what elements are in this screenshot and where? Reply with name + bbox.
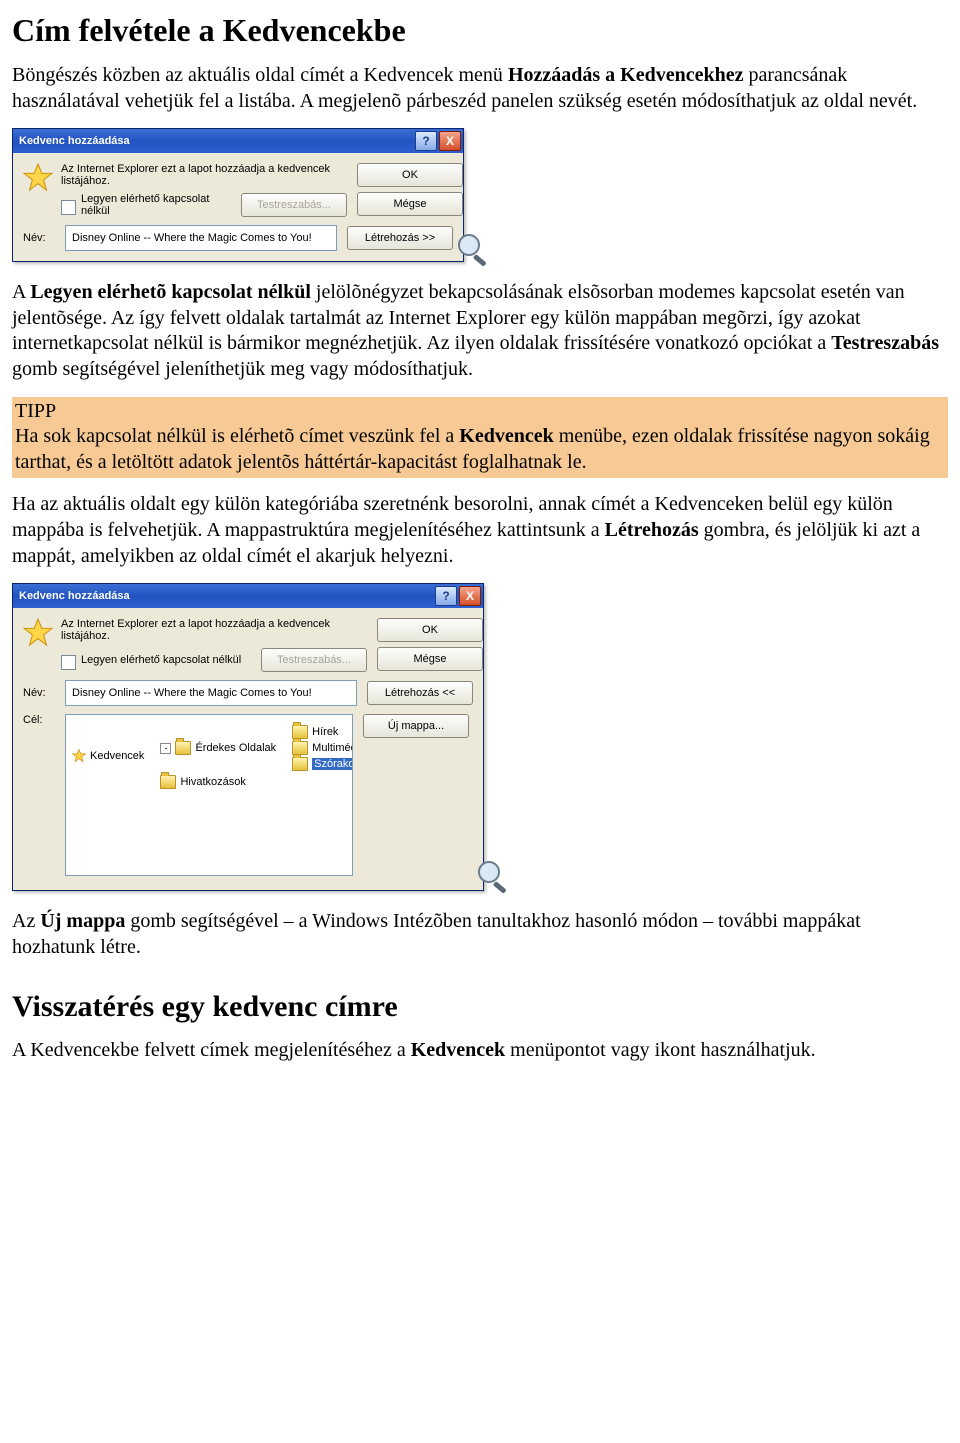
text: gomb segítségével – a Windows Intézõben … <box>12 910 861 958</box>
dialog-title: Kedvenc hozzáadása <box>19 135 413 147</box>
tip-label: TIPP <box>15 400 56 422</box>
text: Böngészés közben az aktuális oldal címét… <box>12 64 508 86</box>
heading-return-favorite: Visszatérés egy kedvenc címre <box>12 990 948 1024</box>
customize-button: Testreszabás... <box>261 648 367 672</box>
dialog-intro-text: Az Internet Explorer ezt a lapot hozzáad… <box>61 618 367 642</box>
folder-icon <box>292 741 308 755</box>
tip-box: TIPP Ha sok kapcsolat nélkül is elérhetõ… <box>12 397 948 479</box>
bold: Testreszabás <box>831 332 939 354</box>
create-expand-button[interactable]: Létrehozás >> <box>347 226 453 250</box>
close-button[interactable]: X <box>439 131 461 151</box>
paragraph-offline: A Legyen elérhetõ kapcsolat nélkül jelöl… <box>12 280 948 382</box>
dialog-titlebar[interactable]: Kedvenc hozzáadása ? X <box>13 584 483 608</box>
text: Az <box>12 910 40 932</box>
paragraph-new-folder: Az Új mappa gomb segítségével – a Window… <box>12 909 948 960</box>
tree-node[interactable]: Multimédia <box>312 742 353 754</box>
offline-checkbox-label[interactable]: Legyen elérhető kapcsolat nélkül <box>81 193 241 217</box>
dialog-add-favorite-collapsed: Kedvenc hozzáadása ? X Az Internet Explo… <box>12 128 464 262</box>
name-input[interactable]: Disney Online -- Where the Magic Comes t… <box>65 680 357 706</box>
magnifier-icon <box>454 230 494 270</box>
paragraph-return: A Kedvencekbe felvett címek megjelenítés… <box>12 1038 948 1064</box>
dialog-add-favorite-expanded-wrap: Kedvenc hozzáadása ? X Az Internet Explo… <box>12 583 484 891</box>
help-button[interactable]: ? <box>415 131 437 151</box>
favorite-star-icon <box>23 618 53 648</box>
text: A <box>12 281 30 303</box>
tree-node[interactable]: Érdekes Oldalak <box>195 742 276 754</box>
folder-icon <box>292 757 308 771</box>
favorite-star-icon <box>23 163 53 193</box>
heading-add-favorite: Cím felvétele a Kedvencekbe <box>12 12 948 49</box>
text: Ha sok kapcsolat nélkül is elérhetõ címe… <box>15 425 459 447</box>
tree-node-selected[interactable]: Szórakozás <box>312 758 353 770</box>
tree-root[interactable]: Kedvencek <box>90 750 144 762</box>
name-field-label: Név: <box>23 232 55 244</box>
dialog-intro-text: Az Internet Explorer ezt a lapot hozzáad… <box>61 163 347 187</box>
offline-checkbox[interactable] <box>61 200 76 215</box>
name-input-value: Disney Online -- Where the Magic Comes t… <box>72 232 312 244</box>
name-input-value: Disney Online -- Where the Magic Comes t… <box>72 687 312 699</box>
dialog-add-favorite-collapsed-wrap: Kedvenc hozzáadása ? X Az Internet Explo… <box>12 128 464 262</box>
cancel-button[interactable]: Mégse <box>377 647 483 671</box>
bold: Kedvencek <box>411 1039 505 1061</box>
folder-icon <box>292 725 308 739</box>
name-input[interactable]: Disney Online -- Where the Magic Comes t… <box>65 225 337 251</box>
ok-button[interactable]: OK <box>377 618 483 642</box>
tree-node[interactable]: Hivatkozások <box>180 776 245 788</box>
target-field-label: Cél: <box>23 714 55 726</box>
customize-button: Testreszabás... <box>241 193 347 217</box>
tree-collapse-icon[interactable]: - <box>160 743 171 754</box>
bold: Legyen elérhetõ kapcsolat nélkül <box>30 281 311 303</box>
dialog-add-favorite-expanded: Kedvenc hozzáadása ? X Az Internet Explo… <box>12 583 484 891</box>
bold: Kedvencek <box>459 425 553 447</box>
paragraph-category: Ha az aktuális oldalt egy külön kategóri… <box>12 492 948 569</box>
bold: Hozzáadás a Kedvencekhez <box>508 64 744 86</box>
favorites-star-icon <box>72 749 86 763</box>
dialog-title: Kedvenc hozzáadása <box>19 590 433 602</box>
help-button[interactable]: ? <box>435 586 457 606</box>
name-field-label: Név: <box>23 687 55 699</box>
text: gomb segítségével jeleníthetjük meg vagy… <box>12 358 473 380</box>
folder-icon <box>175 741 191 755</box>
tree-node[interactable]: Hírek <box>312 726 338 738</box>
cancel-button[interactable]: Mégse <box>357 192 463 216</box>
text: menüpontot vagy ikont használhatjuk. <box>505 1039 816 1061</box>
magnifier-icon <box>474 857 514 897</box>
paragraph-intro: Böngészés közben az aktuális oldal címét… <box>12 63 948 114</box>
dialog-body: Az Internet Explorer ezt a lapot hozzáad… <box>13 153 463 261</box>
new-folder-button[interactable]: Új mappa... <box>363 714 469 738</box>
bold: Létrehozás <box>605 519 699 541</box>
offline-checkbox-label[interactable]: Legyen elérhető kapcsolat nélkül <box>81 654 261 666</box>
dialog-titlebar[interactable]: Kedvenc hozzáadása ? X <box>13 129 463 153</box>
create-collapse-button[interactable]: Létrehozás << <box>367 681 473 705</box>
ok-button[interactable]: OK <box>357 163 463 187</box>
folder-tree[interactable]: Kedvencek - Érdekes Oldalak <box>65 714 353 876</box>
close-button[interactable]: X <box>459 586 481 606</box>
offline-checkbox[interactable] <box>61 655 76 670</box>
folder-icon <box>160 775 176 789</box>
text: A Kedvencekbe felvett címek megjelenítés… <box>12 1039 411 1061</box>
dialog-body: Az Internet Explorer ezt a lapot hozzáad… <box>13 608 483 890</box>
bold: Új mappa <box>40 910 125 932</box>
